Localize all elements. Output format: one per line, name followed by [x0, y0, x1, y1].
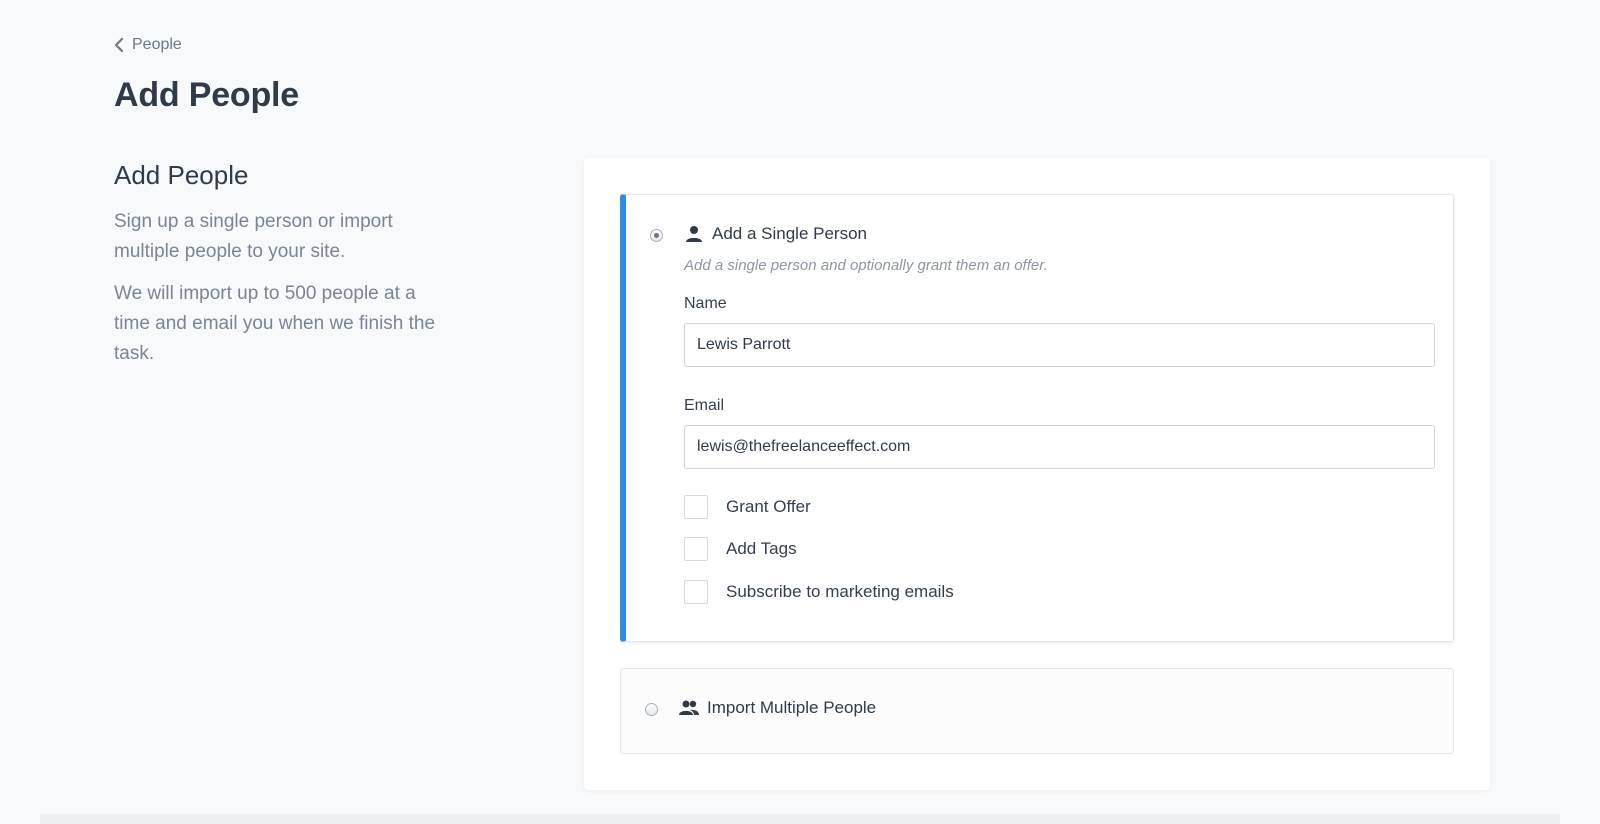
option-single-person[interactable]: Add a Single Person Add a single person … — [620, 194, 1454, 642]
import-multiple-radio[interactable] — [645, 703, 658, 716]
email-field[interactable] — [684, 425, 1435, 469]
add-tags-label: Add Tags — [726, 539, 797, 558]
subscribe-marketing-label: Subscribe to marketing emails — [726, 582, 954, 601]
add-tags-checkbox[interactable] — [684, 537, 708, 561]
person-icon — [686, 226, 702, 242]
people-icon — [679, 700, 699, 715]
grant-offer-label: Grant Offer — [726, 497, 811, 516]
subscribe-marketing-checkbox[interactable] — [684, 580, 708, 604]
breadcrumb-label: People — [132, 36, 182, 53]
import-multiple-header[interactable]: Import Multiple People — [679, 698, 876, 718]
single-person-description: Add a single person and optionally grant… — [684, 257, 1048, 274]
name-field[interactable] — [684, 323, 1435, 367]
subscribe-marketing-row[interactable]: Subscribe to marketing emails — [684, 580, 954, 604]
chevron-left-icon — [114, 38, 124, 52]
section-heading: Add People — [114, 160, 249, 190]
single-person-header[interactable]: Add a Single Person — [684, 224, 867, 244]
breadcrumb-back-link[interactable]: People — [114, 36, 182, 54]
import-multiple-title: Import Multiple People — [707, 698, 877, 717]
single-person-radio[interactable] — [650, 229, 663, 242]
section-description: Sign up a single person or import multip… — [114, 211, 393, 262]
grant-offer-checkbox[interactable] — [684, 495, 708, 519]
sidebar-info: Add People Sign up a single person or im… — [114, 160, 444, 381]
option-import-multiple[interactable]: Import Multiple People — [620, 668, 1454, 754]
bottom-shadow-bar — [40, 814, 1560, 824]
page-title: Add People — [114, 76, 300, 114]
single-person-title: Add a Single Person — [712, 224, 867, 243]
section-import-note: We will import up to 500 people at a tim… — [114, 283, 436, 364]
add-tags-row[interactable]: Add Tags — [684, 537, 797, 561]
name-label: Name — [684, 295, 727, 312]
add-people-card: Add a Single Person Add a single person … — [584, 158, 1490, 790]
page: People Add People Add People Sign up a s… — [0, 0, 1600, 824]
email-label: Email — [684, 397, 725, 414]
grant-offer-row[interactable]: Grant Offer — [684, 495, 811, 519]
